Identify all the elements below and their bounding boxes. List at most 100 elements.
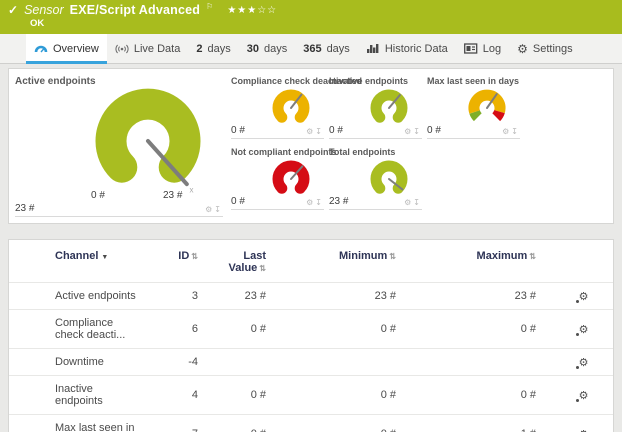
channel-settings-gear-icon[interactable]: ⚙: [579, 428, 589, 432]
maximum-cell: 1 #: [414, 415, 554, 432]
tab-365-days[interactable]: 365days: [295, 34, 358, 63]
tab-log[interactable]: Log: [456, 34, 509, 63]
flag-icon: ⚐: [206, 2, 213, 11]
channel-settings-cell: ⚙: [554, 283, 613, 310]
gear-icon[interactable]: ⚙: [502, 127, 511, 136]
gauge-title: Inactive endpoints: [329, 76, 422, 86]
gauge-tile-max-last-seen-in-days: Max last seen in days0 #⚙↧: [427, 76, 520, 139]
needle-tip-marker: x: [189, 185, 193, 194]
tab-live-data[interactable]: Live Data: [107, 34, 188, 63]
page-title: EXE/Script Advanced: [70, 3, 200, 17]
channel-settings-cell: ⚙: [554, 376, 613, 415]
column-header-id[interactable]: ID⇅: [159, 240, 216, 283]
gauge-tile-total-endpoints: Total endpoints 23 # ⚙↧: [329, 147, 422, 210]
gear-icon[interactable]: ⚙: [404, 198, 413, 207]
gauge-tile-active-endpoints: Active endpointsx0 #23 #23 #⚙↧: [15, 76, 223, 217]
tab-historic-data[interactable]: Historic Data: [358, 34, 456, 63]
column-header-label: Maximum: [477, 250, 528, 262]
gear-icon[interactable]: ⚙: [205, 205, 214, 214]
tab-2-days[interactable]: 2days: [188, 34, 238, 63]
last-value-cell: 0 #: [216, 415, 284, 432]
gauge-footer: 0 # ⚙↧: [231, 196, 324, 207]
channel-id-cell: 3: [159, 283, 216, 310]
gauge-corner-icons: ⚙↧: [404, 198, 422, 207]
gauge-corner-icons: ⚙↧: [306, 198, 324, 207]
column-header-minimum[interactable]: Minimum⇅: [284, 240, 414, 283]
column-header-label: Minimum: [339, 250, 387, 262]
maximum-cell: 0 #: [414, 310, 554, 349]
tab-label: days: [327, 43, 350, 55]
channel-name-cell[interactable]: Active endpoints: [9, 283, 159, 310]
column-header-maximum[interactable]: Maximum⇅: [414, 240, 554, 283]
minimum-cell: [284, 349, 414, 376]
gauge-title: Not compliant endpoints: [231, 147, 324, 157]
pin-icon[interactable]: ↧: [413, 198, 422, 207]
table-row: Inactive endpoints40 #0 #0 #⚙: [9, 376, 613, 415]
channel-name-cell[interactable]: Inactive endpoints: [9, 376, 159, 415]
chart-icon: [366, 43, 380, 54]
gauge-title: Compliance check deactivated: [231, 76, 324, 86]
channel-id-cell: 6: [159, 310, 216, 349]
channel-name-cell[interactable]: Max last seen in days: [9, 415, 159, 432]
column-header-last-value[interactable]: Last Value⇅: [216, 240, 284, 283]
channels-table-panel: Channel▼ID⇅Last Value⇅Minimum⇅Maximum⇅ A…: [8, 239, 614, 432]
table-row: Compliance check deacti...60 #0 #0 #⚙: [9, 310, 613, 349]
channel-settings-gear-icon[interactable]: ⚙: [579, 290, 589, 303]
last-value-cell: 0 #: [216, 376, 284, 415]
status-badge: OK: [30, 18, 612, 29]
gauge-value: 23 #: [329, 196, 348, 207]
gear-icon[interactable]: ⚙: [306, 127, 315, 136]
minimum-cell: 0 #: [284, 415, 414, 432]
minimum-cell: 23 #: [284, 283, 414, 310]
tab-overview[interactable]: Overview: [26, 34, 107, 63]
column-header-settings: [554, 240, 613, 283]
channel-id-cell: 4: [159, 376, 216, 415]
gear-icon[interactable]: ⚙: [306, 198, 315, 207]
gear-icon[interactable]: ⚙: [404, 127, 413, 136]
gauge-footer: 23 #⚙↧: [15, 203, 223, 214]
sort-icon: ⇅: [259, 264, 266, 273]
last-value-cell: [216, 349, 284, 376]
channel-settings-cell: ⚙: [554, 349, 613, 376]
gauge-corner-icons: ⚙↧: [404, 127, 422, 136]
antenna-icon: [115, 43, 129, 54]
channel-name-cell[interactable]: Compliance check deacti...: [9, 310, 159, 349]
pin-icon[interactable]: ↧: [315, 198, 324, 207]
priority-stars[interactable]: ★★★☆☆: [227, 5, 277, 16]
tab-30-days[interactable]: 30days: [239, 34, 296, 63]
column-header-label: Channel: [55, 250, 98, 262]
gauge-value: 0 #: [231, 125, 245, 136]
pin-icon[interactable]: ↧: [511, 127, 520, 136]
channel-name-cell[interactable]: Downtime: [9, 349, 159, 376]
small-gauges-area: Compliance check deactivated0 #⚙↧Inactiv…: [231, 76, 607, 223]
gauge-value: 0 #: [329, 125, 343, 136]
channel-settings-gear-icon[interactable]: ⚙: [579, 323, 589, 336]
column-header-channel[interactable]: Channel▼: [9, 240, 159, 283]
maximum-cell: [414, 349, 554, 376]
sort-icon: ⇅: [191, 252, 198, 261]
table-row: Downtime-4 ⚙: [9, 349, 613, 376]
last-value-cell: 23 #: [216, 283, 284, 310]
gauge-value: 0 #: [231, 196, 245, 207]
channel-id-cell: -4: [159, 349, 216, 376]
channel-settings-gear-icon[interactable]: ⚙: [579, 356, 589, 369]
tab-label: days: [264, 43, 287, 55]
compliance-check-deactivated-gauge: [269, 88, 313, 128]
gauge-footer: 0 # ⚙↧: [329, 125, 422, 136]
gauge-title: Total endpoints: [329, 147, 422, 157]
minimum-cell: 0 #: [284, 376, 414, 415]
status-ok-check-icon: ✓: [8, 3, 18, 17]
pin-icon[interactable]: ↧: [214, 205, 223, 214]
sensor-header: ✓ Sensor EXE/Script Advanced ⚐ ★★★☆☆ OK: [0, 0, 622, 34]
channel-settings-gear-icon[interactable]: ⚙: [579, 389, 589, 402]
inactive-endpoints-gauge: [367, 88, 411, 128]
gauge-tile-inactive-endpoints: Inactive endpoints 0 # ⚙↧: [329, 76, 422, 139]
pin-icon[interactable]: ↧: [413, 127, 422, 136]
gauge-value: 0 #: [427, 125, 441, 136]
tab-settings[interactable]: ⚙Settings: [509, 34, 581, 63]
gauge-icon: [34, 43, 48, 54]
table-body: Active endpoints323 #23 #23 #⚙Compliance…: [9, 283, 613, 432]
tab-label: Log: [483, 43, 501, 55]
pin-icon[interactable]: ↧: [315, 127, 324, 136]
not-compliant-endpoints-gauge: [269, 159, 313, 199]
